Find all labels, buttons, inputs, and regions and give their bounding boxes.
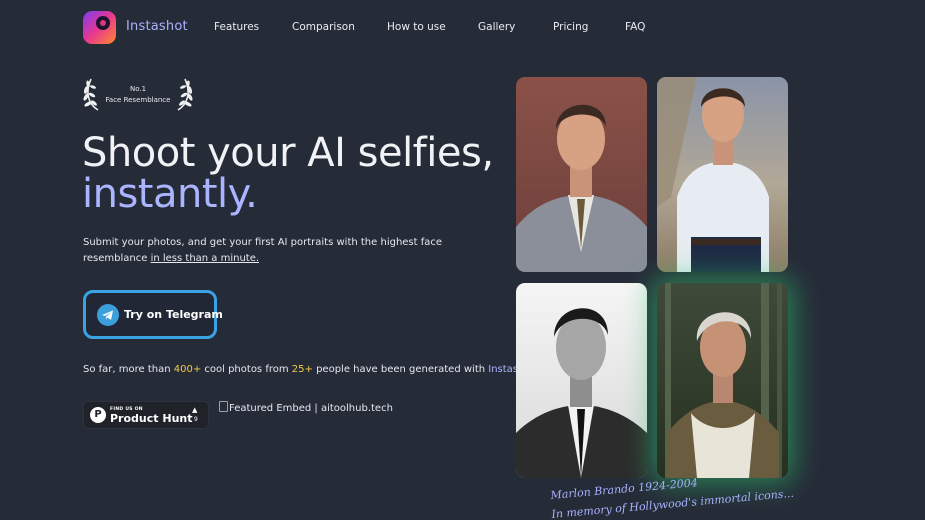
subtitle-text: Submit your photos, and get your first A… bbox=[83, 237, 443, 264]
brand-name[interactable]: Instashot bbox=[126, 19, 188, 34]
top-navbar: Instashot Features Comparison How to use… bbox=[0, 0, 925, 56]
product-hunt-badge[interactable]: P FIND US ON Product Hunt ▲ 9 bbox=[83, 401, 209, 429]
stats-middle: cool photos from bbox=[201, 364, 292, 375]
award-text: No.1 Face Resemblance bbox=[101, 84, 175, 106]
telegram-button-label: Try on Telegram bbox=[124, 308, 223, 321]
laurel-left-icon bbox=[83, 78, 99, 111]
product-hunt-count: 9 bbox=[194, 416, 198, 423]
award-title: Face Resemblance bbox=[105, 96, 171, 104]
award-rank: No.1 bbox=[129, 85, 147, 93]
nav-link-how-to-use[interactable]: How to use bbox=[387, 21, 446, 33]
generation-stats: So far, more than 400+ cool photos from … bbox=[83, 364, 534, 375]
portrait-photo-suit bbox=[516, 77, 647, 272]
laurel-right-icon bbox=[177, 78, 193, 111]
photos-count: 400+ bbox=[173, 364, 202, 375]
nav-link-pricing[interactable]: Pricing bbox=[553, 21, 588, 33]
telegram-icon bbox=[97, 304, 119, 326]
broken-image-icon bbox=[219, 401, 228, 412]
product-hunt-icon: P bbox=[90, 407, 106, 423]
stats-prefix: So far, more than bbox=[83, 364, 174, 375]
portrait-photo-white-shirt bbox=[657, 77, 788, 272]
users-count: 25+ bbox=[291, 364, 313, 375]
featured-embed-link[interactable]: Featured Embed | aitoolhub.tech bbox=[219, 401, 393, 414]
try-on-telegram-button[interactable]: Try on Telegram bbox=[83, 290, 223, 339]
nav-link-features[interactable]: Features bbox=[214, 21, 259, 33]
product-hunt-label: Product Hunt bbox=[110, 412, 193, 425]
nav-link-gallery[interactable]: Gallery bbox=[478, 21, 515, 33]
subtitle-emphasis: in less than a minute. bbox=[150, 253, 260, 264]
headline-line-2: instantly. bbox=[82, 171, 258, 217]
portrait-photo-black-and-white bbox=[516, 283, 647, 478]
award-badge: No.1 Face Resemblance bbox=[83, 76, 193, 112]
hero-subtitle: Submit your photos, and get your first A… bbox=[83, 235, 473, 267]
nav-link-faq[interactable]: FAQ bbox=[625, 21, 645, 33]
upvote-arrow-icon: ▲ bbox=[192, 406, 198, 414]
portrait-photo-forest bbox=[657, 283, 788, 478]
embed-alt-text: Featured Embed | aitoolhub.tech bbox=[229, 403, 393, 414]
app-logo-icon[interactable] bbox=[83, 11, 116, 44]
headline-line-1: Shoot your AI selfies, bbox=[82, 130, 494, 176]
nav-link-comparison[interactable]: Comparison bbox=[292, 21, 355, 33]
stats-suffix: people have been generated with bbox=[312, 364, 489, 375]
